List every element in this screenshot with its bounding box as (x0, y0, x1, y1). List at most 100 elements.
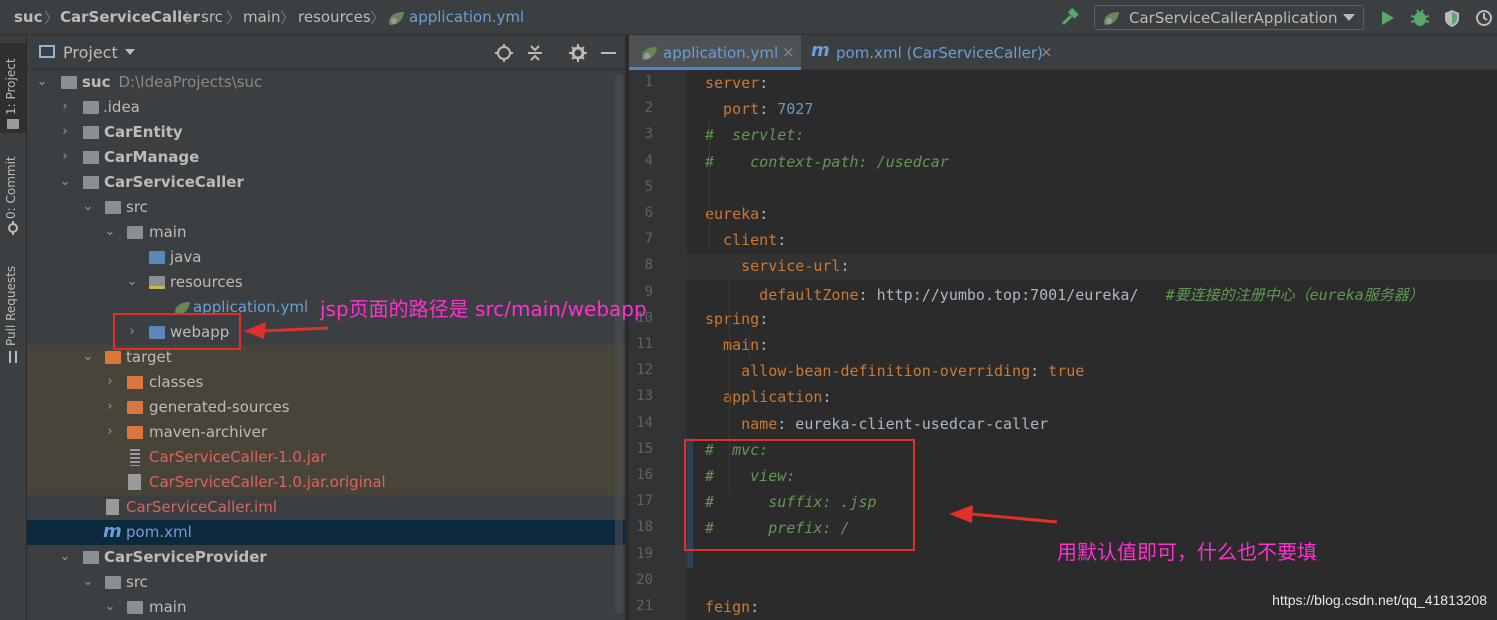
tree-row[interactable]: ⌄ CarServiceCaller (27, 170, 625, 195)
breadcrumb-separator: 〉 (226, 9, 242, 27)
run-configuration-label: CarServiceCallerApplication (1129, 9, 1338, 27)
breadcrumb-separator: 〉 (185, 9, 201, 27)
tree-row[interactable]: CarServiceCaller-1.0.jar.original (27, 470, 625, 495)
chevron-right-icon[interactable]: › (103, 399, 117, 414)
tree-row[interactable]: ⌄ CarServiceProvider (27, 545, 625, 570)
debug-icon[interactable] (1410, 8, 1430, 28)
chevron-down-icon[interactable]: ⌄ (81, 199, 95, 214)
tree-row[interactable]: ⌄ resources (27, 270, 625, 295)
code-token: port (705, 100, 760, 119)
tree-row-root[interactable]: ⌄ suc D:\IdeaProjects\suc (27, 70, 625, 95)
tree-row[interactable]: › maven-archiver (27, 420, 625, 445)
close-tab-icon[interactable]: × (782, 43, 795, 61)
tree-label: classes (149, 373, 204, 391)
line-number: 12 (636, 362, 653, 379)
spring-leaf-icon (642, 47, 657, 60)
tree-row[interactable]: › CarManage (27, 145, 625, 170)
build-hammer-icon[interactable] (1060, 8, 1080, 28)
tree-row[interactable]: CarServiceCaller-1.0.jar (27, 445, 625, 470)
code-token: #要连接的注册中心（eureka服务器） (1165, 285, 1424, 304)
line-number: 13 (636, 388, 653, 405)
tool-window-stripe: 1: Project 0: Commit Pull Requests (0, 35, 27, 620)
tree-row[interactable]: › classes (27, 370, 625, 395)
tab-application-yml[interactable]: application.yml × (629, 35, 801, 70)
resources-folder-icon (149, 276, 165, 289)
profiler-icon[interactable] (1474, 8, 1494, 28)
chevron-down-icon[interactable]: ⌄ (81, 349, 95, 364)
project-panel-title[interactable]: Project (63, 43, 118, 62)
close-tab-icon[interactable]: × (1040, 43, 1053, 61)
code-token: 7027 (777, 100, 814, 119)
chevron-down-icon[interactable]: ⌄ (103, 224, 117, 239)
code-line: application: (705, 388, 831, 406)
folder-icon (127, 226, 143, 239)
tab-label: application.yml (663, 44, 779, 62)
chevron-down-icon[interactable]: ⌄ (35, 74, 49, 89)
tree-row[interactable]: › .idea (27, 95, 625, 120)
tree-row[interactable]: ⌄ src (27, 570, 625, 595)
annotation-arrow (949, 505, 1058, 524)
code-token: : (759, 100, 778, 119)
chevron-right-icon[interactable]: › (58, 124, 72, 139)
tree-row[interactable]: › CarEntity (27, 120, 625, 145)
tree-row-selected[interactable]: m pom.xml (27, 520, 625, 545)
chevron-right-icon[interactable]: › (58, 149, 72, 164)
pull-requests-tool-button[interactable]: Pull Requests (0, 260, 26, 370)
line-number: 1 (644, 74, 653, 90)
breadcrumb-item[interactable]: resources (298, 8, 371, 26)
collapse-all-icon[interactable] (526, 43, 544, 63)
run-configuration-select[interactable]: CarServiceCallerApplication (1094, 5, 1364, 30)
code-token: feign (705, 598, 751, 616)
chevron-down-icon[interactable]: ⌄ (58, 549, 72, 564)
project-tool-button[interactable]: 1: Project (0, 43, 26, 133)
line-number: 6 (644, 205, 653, 221)
chevron-down-icon[interactable] (125, 49, 135, 56)
tree-row[interactable]: CarServiceCaller.iml (27, 495, 625, 520)
hide-panel-icon[interactable] (601, 52, 616, 54)
tree-label: suc D:\IdeaProjects\suc (82, 73, 263, 91)
tree-scrollbar[interactable] (615, 74, 623, 614)
chevron-down-icon[interactable]: ⌄ (81, 574, 95, 589)
excluded-folder-icon (105, 351, 121, 364)
line-number: 3 (644, 126, 653, 143)
breadcrumb-item[interactable]: main (243, 8, 280, 26)
locate-file-icon[interactable] (494, 43, 514, 63)
breadcrumb-item[interactable]: CarServiceCaller (60, 8, 200, 26)
code-token: service-url (705, 257, 841, 276)
tree-label: CarServiceCaller.iml (126, 498, 278, 516)
tree-row[interactable]: ⌄ src (27, 195, 625, 220)
indent-guide (709, 120, 710, 250)
run-icon[interactable] (1380, 9, 1396, 27)
code-token: application (705, 388, 823, 407)
tree-row[interactable]: ⌄ main (27, 220, 625, 245)
line-number: 16 (636, 467, 653, 483)
default-annotation: 用默认值即可，什么也不要填 (1057, 540, 1317, 564)
tree-row[interactable]: ⌄ main (27, 595, 625, 620)
line-number: 7 (644, 231, 653, 248)
code-token: : (759, 309, 769, 328)
gear-icon[interactable] (568, 43, 588, 63)
pull-requests-label: Pull Requests (4, 265, 18, 346)
chevron-down-icon[interactable]: ⌄ (103, 599, 117, 614)
tab-pom-xml[interactable]: m pom.xml (CarServiceCaller) × (801, 35, 1053, 70)
tree-label: generated-sources (149, 398, 290, 416)
chevron-right-icon[interactable]: › (103, 374, 117, 389)
breadcrumb-separator: 〉 (370, 9, 386, 27)
code-token: server (705, 74, 760, 92)
line-number: 2 (644, 100, 653, 117)
tree-row[interactable]: java (27, 245, 625, 270)
commit-tool-button[interactable]: 0: Commit (0, 147, 26, 239)
breadcrumb-item-current[interactable]: application.yml (409, 8, 524, 26)
code-line: client: (705, 231, 786, 249)
code-token: eureka (705, 205, 760, 223)
chevron-down-icon[interactable]: ⌄ (125, 274, 139, 289)
breadcrumb-item[interactable]: suc (14, 8, 43, 26)
tree-row[interactable]: › generated-sources (27, 395, 625, 420)
line-number: 19 (636, 545, 653, 562)
coverage-icon[interactable] (1442, 8, 1462, 28)
code-line: server: (705, 74, 768, 92)
chevron-right-icon[interactable]: › (103, 424, 117, 439)
breadcrumb-item[interactable]: src (201, 8, 223, 26)
chevron-down-icon[interactable]: ⌄ (58, 174, 72, 189)
chevron-right-icon[interactable]: › (58, 99, 72, 114)
